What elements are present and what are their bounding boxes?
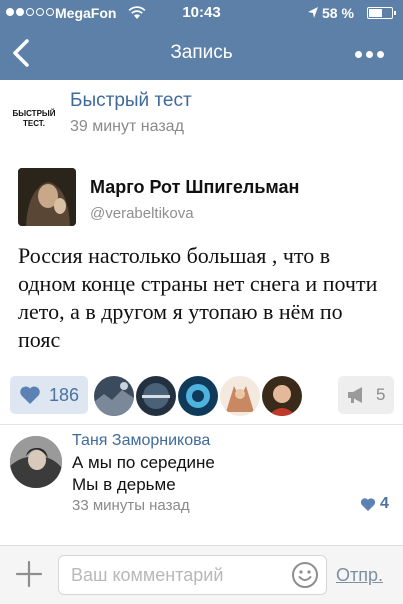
app-header: MegaFon 10:43 58 % Запись [0, 0, 403, 80]
group-name-link[interactable]: Быстрый тест [70, 90, 192, 112]
divider [0, 424, 403, 425]
status-bar: MegaFon 10:43 58 % [0, 0, 403, 26]
comment-like-button[interactable]: 4 [360, 495, 389, 513]
comment-line: Мы в дерьме [72, 475, 176, 494]
like-count: 186 [49, 384, 80, 405]
more-dots-icon [354, 50, 362, 58]
liker-avatar[interactable] [220, 376, 260, 416]
heart-icon [20, 386, 40, 404]
comment-timestamp: 33 минуты назад [72, 497, 190, 514]
location-icon [308, 7, 318, 18]
liker-avatar[interactable] [94, 376, 134, 416]
group-logo[interactable]: БЫСТРЫЙ ТЕСТ. [10, 105, 58, 135]
plus-icon[interactable] [14, 559, 44, 589]
comment-text: А мы по середине Мы в дерьме [72, 452, 215, 496]
battery-icon [367, 7, 396, 19]
repost-button[interactable]: 5 [338, 376, 394, 414]
comment-line: А мы по середине [72, 453, 215, 472]
battery-percent: 58 % [322, 5, 354, 21]
tweet-author-name: Марго Рот Шпигельман [90, 177, 300, 197]
comment-composer: Отпр. [0, 545, 403, 604]
liker-avatar[interactable] [262, 376, 302, 416]
tweet-author-avatar [18, 168, 76, 226]
tweet-text: Россия настолько большая , что в одном к… [18, 243, 378, 352]
tweet-author-handle: @verabeltikova [90, 205, 194, 222]
post-timestamp: 39 минут назад [70, 118, 184, 135]
megaphone-icon [348, 387, 362, 403]
comment-author-avatar[interactable] [10, 436, 62, 488]
liker-avatar[interactable] [136, 376, 176, 416]
smile-icon[interactable] [291, 561, 319, 589]
heart-icon [360, 497, 376, 511]
send-button[interactable]: Отпр. [336, 565, 383, 586]
more-options-button[interactable] [350, 44, 388, 64]
like-button[interactable]: 186 [10, 376, 88, 414]
repost-count: 5 [376, 385, 386, 404]
comment-input[interactable] [58, 555, 327, 595]
liker-avatar[interactable] [178, 376, 218, 416]
comment-author-name[interactable]: Таня Заморникова [72, 432, 210, 450]
comment-like-count: 4 [380, 495, 389, 512]
page-title: Запись [170, 42, 233, 63]
